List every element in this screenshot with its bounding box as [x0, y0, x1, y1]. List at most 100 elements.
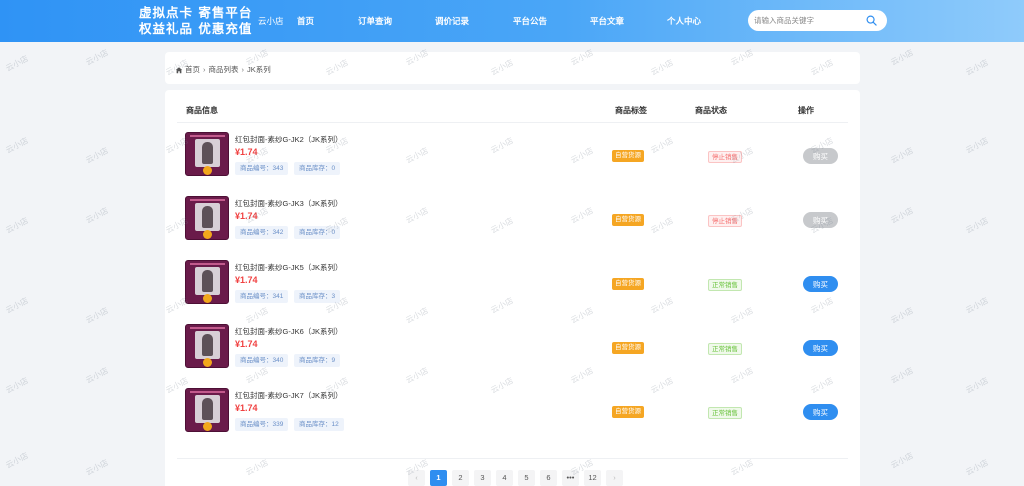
watermark-text: 云小店 [964, 457, 990, 478]
next-page-button[interactable]: › [606, 470, 623, 486]
product-tag: 自营货源 [612, 150, 644, 162]
nav-user-center[interactable]: 个人中心 [667, 15, 701, 27]
watermark-text: 云小店 [889, 450, 915, 471]
product-thumbnail[interactable] [185, 196, 229, 240]
watermark-text: 云小店 [84, 47, 110, 68]
table-row: 红包封面-素纱G-JK3（JK系列） ¥1.74 商品编号：342 商品库存：0… [165, 196, 860, 260]
watermark-text: 云小店 [964, 57, 990, 78]
watermark-text: 云小店 [84, 145, 110, 166]
nav-home[interactable]: 首页 [297, 15, 314, 27]
product-title[interactable]: 红包封面-素纱G-JK6（JK系列） [235, 326, 343, 337]
watermark-text: 云小店 [964, 215, 990, 236]
breadcrumb-separator: › [241, 65, 245, 74]
product-price: ¥1.74 [235, 339, 258, 349]
brand-logo[interactable]: 虚拟点卡 寄售平台 权益礼品 优惠充值 [139, 5, 252, 37]
search-box [748, 10, 887, 31]
pagination: ‹ 1 2 3 4 5 6 ••• 12 › [408, 470, 623, 486]
product-price: ¥1.74 [235, 211, 258, 221]
product-thumbnail[interactable] [185, 388, 229, 432]
product-stock: 商品库存：0 [294, 226, 341, 239]
product-id: 商品编号：341 [235, 290, 289, 303]
product-title[interactable]: 红包封面-素纱G-JK3（JK系列） [235, 198, 343, 209]
shop-name: 云小店 [258, 16, 284, 26]
watermark-text: 云小店 [964, 135, 990, 156]
prev-page-button[interactable]: ‹ [408, 470, 425, 486]
product-id: 商品编号：340 [235, 354, 289, 367]
watermark-text: 云小店 [4, 375, 30, 396]
watermark-text: 云小店 [4, 53, 30, 74]
product-id: 商品编号：343 [235, 162, 289, 175]
breadcrumb-current: JK系列 [247, 65, 271, 74]
product-tag: 自营货源 [612, 342, 644, 354]
product-tag: 自营货源 [612, 214, 644, 226]
buy-button[interactable]: 购买 [803, 276, 838, 292]
breadcrumb-card: 首页 › 商品列表 › JK系列 [165, 52, 860, 84]
status-badge: 正常销售 [708, 343, 742, 355]
header-action: 操作 [798, 106, 814, 115]
product-tag: 自营货源 [612, 278, 644, 290]
header-product-tag: 商品标签 [615, 106, 647, 115]
watermark-text: 云小店 [889, 305, 915, 326]
product-price: ¥1.74 [235, 403, 258, 413]
header-product-info: 商品信息 [186, 106, 218, 115]
table-row: 红包封面-素纱G-JK6（JK系列） ¥1.74 商品编号：340 商品库存：9… [165, 324, 860, 388]
watermark-text: 云小店 [84, 365, 110, 386]
buy-button[interactable]: 购买 [803, 404, 838, 420]
product-price: ¥1.74 [235, 275, 258, 285]
table-row: 红包封面-素纱G-JK2（JK系列） ¥1.74 商品编号：343 商品库存：0… [165, 132, 860, 196]
watermark-text: 云小店 [4, 135, 30, 156]
table-row: 红包封面-素纱G-JK7（JK系列） ¥1.74 商品编号：339 商品库存：1… [165, 388, 860, 452]
page-button-2[interactable]: 2 [452, 470, 469, 486]
product-stock: 商品库存：9 [294, 354, 341, 367]
product-tag: 自营货源 [612, 406, 644, 418]
product-table-card: 商品信息 商品标签 商品状态 操作 红包封面-素纱G-JK2（JK系列） ¥1.… [165, 90, 860, 486]
status-badge: 停止销售 [708, 151, 742, 163]
product-title[interactable]: 红包封面-素纱G-JK7（JK系列） [235, 390, 343, 401]
page-button-4[interactable]: 4 [496, 470, 513, 486]
watermark-text: 云小店 [889, 205, 915, 226]
search-icon[interactable] [866, 15, 877, 26]
breadcrumb-product-list[interactable]: 商品列表 [209, 64, 239, 75]
status-badge: 正常销售 [708, 407, 742, 419]
product-stock: 商品库存：12 [294, 418, 344, 431]
product-price: ¥1.74 [235, 147, 258, 157]
page-button-3[interactable]: 3 [474, 470, 491, 486]
watermark-text: 云小店 [4, 450, 30, 471]
breadcrumb-home[interactable]: 首页 [185, 64, 200, 75]
header-product-status: 商品状态 [695, 106, 727, 115]
page-button-1[interactable]: 1 [430, 470, 447, 486]
watermark-text: 云小店 [889, 47, 915, 68]
page-ellipsis[interactable]: ••• [562, 470, 579, 486]
watermark-text: 云小店 [964, 295, 990, 316]
product-stock: 商品库存：3 [294, 290, 341, 303]
buy-button[interactable]: 购买 [803, 148, 838, 164]
nav-announcements[interactable]: 平台公告 [513, 15, 547, 27]
nav-order-query[interactable]: 订单查询 [358, 15, 392, 27]
page-button-12[interactable]: 12 [584, 470, 601, 486]
brand-line-2: 权益礼品 优惠充值 [139, 21, 253, 36]
table-bottom-divider [177, 458, 848, 459]
buy-button[interactable]: 购买 [803, 212, 838, 228]
watermark-text: 云小店 [84, 457, 110, 478]
home-icon [175, 66, 183, 73]
watermark-text: 云小店 [889, 145, 915, 166]
page-button-6[interactable]: 6 [540, 470, 557, 486]
search-input[interactable] [754, 13, 859, 28]
breadcrumb: 首页 › 商品列表 › JK系列 [175, 64, 271, 75]
table-row: 红包封面-素纱G-JK5（JK系列） ¥1.74 商品编号：341 商品库存：3… [165, 260, 860, 324]
page-button-5[interactable]: 5 [518, 470, 535, 486]
watermark-text: 云小店 [84, 305, 110, 326]
watermark-text: 云小店 [4, 215, 30, 236]
nav-articles[interactable]: 平台文章 [590, 15, 624, 27]
header-divider [177, 122, 848, 123]
product-title[interactable]: 红包封面-素纱G-JK2（JK系列） [235, 134, 343, 145]
buy-button[interactable]: 购买 [803, 340, 838, 356]
nav-price-log[interactable]: 调价记录 [435, 15, 469, 27]
product-id: 商品编号：339 [235, 418, 289, 431]
product-title[interactable]: 红包封面-素纱G-JK5（JK系列） [235, 262, 343, 273]
top-navigation-bar: 虚拟点卡 寄售平台 权益礼品 优惠充值 云小店 首页 订单查询 调价记录 平台公… [0, 0, 1024, 42]
product-thumbnail[interactable] [185, 324, 229, 368]
brand-line-1: 虚拟点卡 寄售平台 [139, 5, 253, 20]
product-thumbnail[interactable] [185, 260, 229, 304]
product-thumbnail[interactable] [185, 132, 229, 176]
